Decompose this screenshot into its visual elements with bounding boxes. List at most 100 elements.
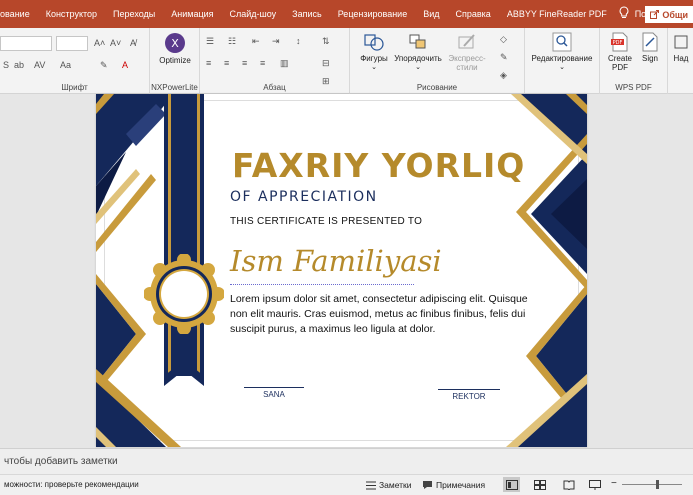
quick-styles-label: Экспресс-стили (448, 54, 486, 72)
text-direction-icon[interactable]: ⇅ (322, 36, 330, 47)
tab-abbyy[interactable]: ABBYY FineReader PDF (499, 0, 615, 28)
line-spacing-icon[interactable]: ↕ (296, 36, 301, 46)
tab-review[interactable]: Рецензирование (330, 0, 416, 28)
arrange-icon (409, 34, 426, 49)
highlight-icon[interactable]: ✎ (100, 60, 108, 71)
tab-transitions[interactable]: Переходы (105, 0, 163, 28)
grow-font-icon[interactable]: A˄ (94, 38, 105, 48)
shape-outline-icon[interactable]: ✎ (500, 52, 508, 63)
optimize-icon: X (165, 33, 185, 53)
optimize-button[interactable]: X Optimize (154, 32, 196, 65)
comments-button-label: Примечания (436, 480, 486, 490)
drawing-group-label: Рисование (416, 83, 458, 92)
signature-label-date[interactable]: SANA (244, 390, 304, 399)
search-icon (552, 32, 572, 52)
tab-insert[interactable]: ование (0, 0, 38, 28)
quick-styles-button[interactable]: Экспресс-стили (444, 32, 490, 72)
notes-placeholder: чтобы добавить заметки (4, 456, 118, 467)
editing-button[interactable]: Редактирование ⌄ (527, 32, 597, 71)
align-center-icon[interactable]: ≡ (224, 58, 229, 68)
spellcheck-underline (230, 284, 414, 285)
nxpower-group-label: NXPowerLite (151, 83, 198, 92)
shapes-button[interactable]: Фигуры ⌄ (354, 32, 394, 71)
status-bar: можности: проверьте рекомендации Заметки… (0, 474, 693, 495)
nxpower-group: X Optimize NXPowerLite (150, 28, 200, 94)
wps-group-label: WPS PDF (615, 83, 652, 92)
tab-record[interactable]: Запись (284, 0, 330, 28)
addins-label: Над (673, 54, 689, 63)
wps-pdf-group: PDF Create PDF Sign WPS PDF (600, 28, 668, 94)
align-right-icon[interactable]: ≡ (242, 58, 247, 68)
certificate-title[interactable]: FAXRIY YORLIQ (232, 146, 525, 185)
spacing-icon[interactable]: AV (34, 60, 45, 70)
font-group-label: Шрифт (61, 83, 88, 92)
shapes-icon (364, 34, 384, 51)
shape-effects-icon[interactable]: ◈ (500, 70, 507, 81)
notes-button-label: Заметки (379, 480, 412, 490)
certificate-body-text[interactable]: Lorem ipsum dolor sit amet, consectetur … (230, 292, 540, 337)
tab-design[interactable]: Конструктор (38, 0, 105, 28)
columns-icon[interactable]: ▥ (280, 58, 289, 69)
recipient-name[interactable]: Ism Familiyasi (230, 244, 442, 278)
numbering-icon[interactable]: ☷ (228, 36, 236, 47)
signature-line-left (244, 387, 304, 388)
optimize-label: Optimize (159, 56, 191, 65)
drawing-group: Фигуры ⌄ Упорядочить ⌄ Экспресс-стили ◇ … (350, 28, 525, 94)
arrange-button[interactable]: Упорядочить ⌄ (392, 32, 444, 71)
paragraph-group-label: Абзац (263, 83, 286, 92)
comments-button[interactable]: Примечания (422, 478, 485, 492)
font-color-icon[interactable]: A (122, 60, 128, 70)
clear-format-icon[interactable]: A̸ (130, 38, 136, 48)
tab-slideshow[interactable]: Слайд-шоу (222, 0, 285, 28)
arrange-label: Упорядочить (394, 54, 442, 63)
share-label: Общи (662, 9, 688, 20)
slide-sorter-icon[interactable] (531, 477, 548, 492)
font-size-dropdown[interactable] (56, 36, 88, 51)
align-left-icon[interactable]: ≡ (206, 58, 211, 68)
sign-button[interactable]: Sign (636, 32, 664, 63)
shrink-font-icon[interactable]: A˅ (110, 38, 121, 48)
svg-text:PDF: PDF (613, 40, 623, 46)
font-group: A˄ A˅ A̸ S ab AV Aa ✎ A Шрифт (0, 28, 150, 94)
slide[interactable]: FAXRIY YORLIQ OF APPRECIATION THIS CERTI… (96, 94, 587, 447)
tab-view[interactable]: Вид (415, 0, 447, 28)
slide-canvas: FAXRIY YORLIQ OF APPRECIATION THIS CERTI… (0, 94, 693, 448)
signature-label-rector[interactable]: REKTOR (438, 392, 500, 401)
zoom-slider[interactable] (622, 484, 682, 485)
presented-to-text[interactable]: THIS CERTIFICATE IS PRESENTED TO (230, 216, 422, 227)
change-case-icon[interactable]: Aa (60, 60, 71, 70)
sign-icon (642, 32, 658, 52)
strikethrough-icon[interactable]: S (3, 60, 9, 70)
decrease-indent-icon[interactable]: ⇤ (252, 36, 260, 47)
addins-group: Над (668, 28, 693, 94)
sign-label: Sign (641, 54, 658, 63)
quick-styles-icon (458, 34, 475, 49)
accessibility-status[interactable]: можности: проверьте рекомендации (4, 480, 139, 489)
paragraph-group: ☰ ☷ ⇤ ⇥ ↕ ⇅ ≡ ≡ ≡ ≡ ▥ ⊟ ⊞ Абзац (200, 28, 350, 94)
justify-icon[interactable]: ≡ (260, 58, 265, 68)
tab-help[interactable]: Справка (448, 0, 499, 28)
font-name-dropdown[interactable] (0, 36, 52, 51)
align-text-icon[interactable]: ⊟ (322, 58, 330, 69)
shadow-icon[interactable]: ab (14, 60, 24, 70)
normal-view-icon[interactable] (503, 477, 520, 492)
create-pdf-button[interactable]: PDF Create PDF (603, 32, 637, 72)
share-icon (650, 10, 660, 19)
slideshow-icon[interactable] (586, 477, 603, 492)
seal-badge (144, 254, 224, 334)
zoom-out-icon[interactable]: − (611, 478, 617, 489)
addins-icon (674, 35, 688, 49)
shape-fill-icon[interactable]: ◇ (500, 34, 507, 45)
bullets-icon[interactable]: ☰ (206, 36, 214, 47)
zoom-slider-thumb[interactable] (656, 480, 659, 489)
lightbulb-icon[interactable] (615, 6, 633, 22)
reading-view-icon[interactable] (560, 477, 577, 492)
notes-pane[interactable]: чтобы добавить заметки (0, 448, 693, 474)
notes-icon (366, 481, 376, 489)
addins-button[interactable]: Над (670, 32, 692, 63)
increase-indent-icon[interactable]: ⇥ (272, 36, 280, 47)
share-button[interactable]: Общи (645, 6, 693, 23)
certificate-subtitle[interactable]: OF APPRECIATION (230, 189, 378, 205)
tab-animation[interactable]: Анимация (163, 0, 221, 28)
notes-button[interactable]: Заметки (366, 478, 412, 492)
